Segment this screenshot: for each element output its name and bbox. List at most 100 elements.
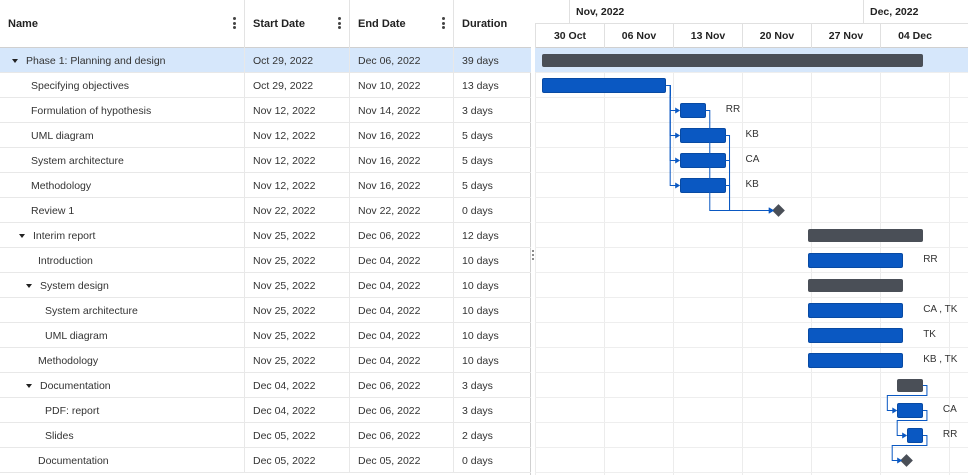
resource-label: KB — [745, 179, 759, 190]
task-duration: 10 days — [462, 329, 499, 342]
task-start-date: Dec 05, 2022 — [245, 448, 350, 473]
task-duration: 5 days — [462, 179, 493, 192]
task-start-date: Nov 25, 2022 — [245, 348, 350, 373]
task-end-date: Dec 06, 2022 — [350, 48, 454, 73]
chart-row — [535, 73, 968, 98]
milestone-marker[interactable] — [900, 454, 914, 467]
task-name: UML diagram — [31, 129, 94, 142]
task-bar[interactable] — [680, 178, 726, 193]
chart-body: RR KB CA KB RR CA , TK TK KB , TK CA RR — [535, 48, 968, 473]
chart-row: CA — [535, 148, 968, 173]
task-bar[interactable] — [680, 128, 726, 143]
task-bar[interactable] — [808, 328, 904, 343]
task-row[interactable]: Slides Dec 05, 2022 Dec 06, 2022 2 days — [0, 423, 531, 448]
task-end-date: Nov 16, 2022 — [350, 123, 454, 148]
column-header-start[interactable]: Start Date — [245, 0, 350, 48]
task-name-cell: UML diagram — [0, 323, 245, 348]
task-name: PDF: report — [45, 404, 100, 417]
task-row[interactable]: Methodology Nov 12, 2022 Nov 16, 2022 5 day… — [0, 173, 531, 198]
task-row[interactable]: System architecture Nov 12, 2022 Nov 16, 2… — [0, 148, 531, 173]
collapse-caret-icon[interactable] — [26, 383, 32, 388]
task-bar[interactable] — [808, 303, 904, 318]
task-row[interactable]: PDF: report Dec 04, 2022 Dec 06, 2022 3 day… — [0, 398, 531, 423]
task-row[interactable]: UML diagram Nov 12, 2022 Nov 16, 2022 5 day… — [0, 123, 531, 148]
task-end-date: Dec 06, 2022 — [350, 223, 454, 248]
task-bar[interactable] — [680, 153, 726, 168]
task-row[interactable]: Introduction Nov 25, 2022 Dec 04, 2022 10 d… — [0, 248, 531, 273]
resource-label: RR — [942, 429, 958, 440]
task-row[interactable]: Specifying objectives Oct 29, 2022 Nov 10,… — [0, 73, 531, 98]
task-name: System design — [40, 279, 109, 292]
task-name-cell: UML diagram — [0, 123, 245, 148]
chart-row: KB , TK — [535, 348, 968, 373]
task-name-cell: Phase 1: Planning and design — [0, 48, 245, 73]
task-end-date: Dec 04, 2022 — [350, 298, 454, 323]
task-name: Documentation — [40, 379, 111, 392]
task-row[interactable]: Interim report Nov 25, 2022 Dec 06, 2022 12… — [0, 223, 531, 248]
resource-label: CA , TK — [923, 304, 958, 315]
task-row[interactable]: Documentation Dec 05, 2022 Dec 05, 2022 0 d… — [0, 448, 531, 473]
task-start-date: Nov 12, 2022 — [245, 148, 350, 173]
timeline-week: 27 Nov — [811, 24, 880, 48]
collapse-caret-icon[interactable] — [26, 283, 32, 288]
task-duration: 10 days — [462, 254, 499, 267]
collapse-caret-icon[interactable] — [12, 58, 18, 63]
task-name: UML diagram — [45, 329, 108, 342]
task-name-cell: Specifying objectives — [0, 73, 245, 98]
task-duration: 12 days — [462, 229, 499, 242]
task-duration: 13 days — [462, 79, 499, 92]
task-name: Introduction — [38, 254, 93, 267]
column-header-duration[interactable]: Duration — [454, 0, 531, 48]
timeline-month: Nov, 2022 — [569, 0, 863, 24]
task-start-date: Dec 04, 2022 — [245, 373, 350, 398]
task-bar[interactable] — [897, 403, 923, 418]
task-row[interactable]: Phase 1: Planning and design Oct 29, 2022… — [0, 48, 531, 73]
task-bar[interactable] — [808, 253, 904, 268]
resource-label: RR — [725, 104, 741, 115]
column-header-end[interactable]: End Date — [350, 0, 454, 48]
chart-row: CA , TK — [535, 298, 968, 323]
column-header-start-label: Start Date — [253, 18, 305, 30]
task-start-date: Oct 29, 2022 — [245, 73, 350, 98]
summary-bar[interactable] — [542, 54, 923, 67]
column-header-name[interactable]: Name — [0, 0, 245, 48]
task-name-cell: Documentation — [0, 448, 245, 473]
task-name: Specifying objectives — [31, 79, 130, 92]
resource-label: CA — [942, 404, 957, 415]
milestone-marker[interactable] — [772, 204, 785, 217]
task-name: Methodology — [38, 354, 99, 367]
timeline-week-scale: 30 Oct 06 Nov 13 Nov 20 Nov 27 Nov 04 Dec — [535, 24, 968, 48]
chart-row — [535, 48, 968, 73]
task-row[interactable]: Documentation Dec 04, 2022 Dec 06, 2022 3 d… — [0, 373, 531, 398]
task-name: Interim report — [33, 229, 96, 242]
task-start-date: Nov 25, 2022 — [245, 223, 350, 248]
resource-label: CA — [745, 154, 760, 165]
grid-body: Phase 1: Planning and design Oct 29, 2022… — [0, 48, 531, 473]
column-menu-icon[interactable] — [442, 17, 445, 29]
task-duration: 2 days — [462, 429, 493, 442]
chart-row: RR — [535, 248, 968, 273]
summary-bar[interactable] — [897, 379, 923, 392]
task-row[interactable]: Formulation of hypothesis Nov 12, 2022 Nov… — [0, 98, 531, 123]
column-menu-icon[interactable] — [338, 17, 341, 29]
task-name: Review 1 — [31, 204, 75, 217]
summary-bar[interactable] — [808, 279, 904, 292]
task-row[interactable]: UML diagram Nov 25, 2022 Dec 04, 2022 10 da… — [0, 323, 531, 348]
task-end-date: Nov 22, 2022 — [350, 198, 454, 223]
collapse-caret-icon[interactable] — [19, 233, 25, 238]
task-bar[interactable] — [808, 353, 904, 368]
task-bar[interactable] — [542, 78, 667, 93]
summary-bar[interactable] — [808, 229, 923, 242]
task-row[interactable]: System design Nov 25, 2022 Dec 04, 2022 10 … — [0, 273, 531, 298]
task-row[interactable]: Review 1 Nov 22, 2022 Nov 22, 2022 0 days — [0, 198, 531, 223]
column-menu-icon[interactable] — [233, 17, 236, 29]
task-row[interactable]: Methodology Nov 25, 2022 Dec 04, 2022 10 da… — [0, 348, 531, 373]
task-name-cell: PDF: report — [0, 398, 245, 423]
task-bar[interactable] — [907, 428, 923, 443]
task-duration: 10 days — [462, 354, 499, 367]
task-start-date: Nov 22, 2022 — [245, 198, 350, 223]
task-end-date: Dec 04, 2022 — [350, 348, 454, 373]
task-bar[interactable] — [680, 103, 706, 118]
task-row[interactable]: System architecture Nov 25, 2022 Dec 04, 2… — [0, 298, 531, 323]
task-duration: 10 days — [462, 304, 499, 317]
